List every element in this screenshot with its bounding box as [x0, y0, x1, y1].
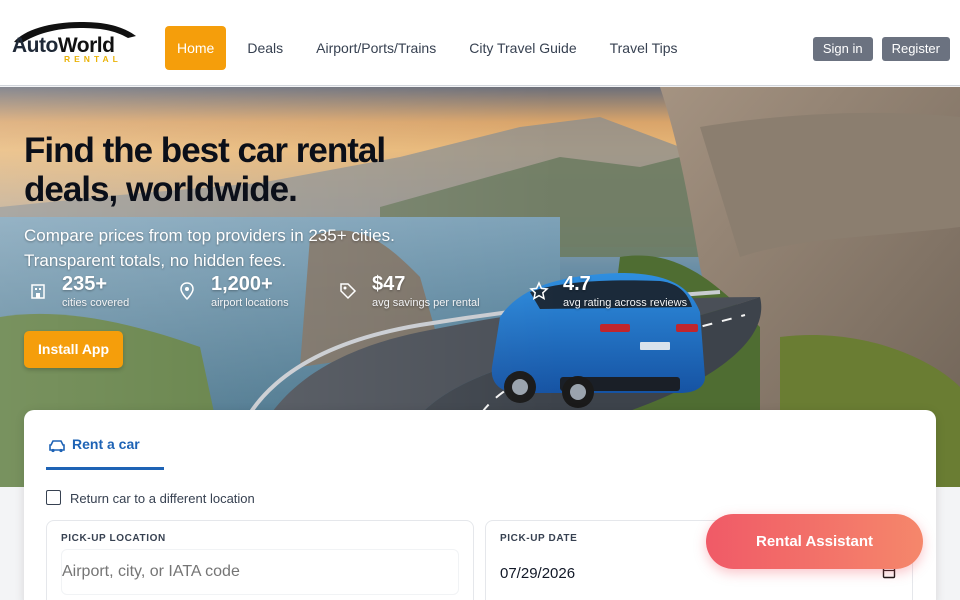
register-button[interactable]: Register [881, 37, 950, 61]
stat-value: 4.7 [563, 273, 591, 295]
map-pin-icon [180, 282, 194, 301]
stat-label: airport locations [211, 297, 289, 309]
stat-label: cities covered [62, 297, 130, 309]
sign-in-button[interactable]: Sign in [812, 37, 873, 61]
nav-airport-ports-trains[interactable]: Airport/Ports/Trains [304, 26, 448, 70]
brand-name-part1: Auto [12, 34, 58, 57]
brand-logo[interactable]: AutoWorld RENTAL [10, 16, 140, 68]
pickup-location-input[interactable] [61, 549, 459, 595]
building-icon [31, 284, 45, 299]
tab-label: Rent a car [72, 436, 140, 452]
pickup-location-label: PICK-UP LOCATION [61, 533, 166, 544]
pickup-date-label: PICK-UP DATE [500, 533, 578, 544]
nav-city-travel-guide[interactable]: City Travel Guide [457, 26, 588, 70]
pickup-date-input[interactable]: 07/29/2026 [500, 565, 575, 582]
site-header: AutoWorld RENTAL Home Deals Airport/Port… [0, 0, 960, 86]
stat-value: 235+ [62, 273, 108, 295]
install-app-button[interactable]: Install App [24, 331, 124, 368]
stat-label: avg savings per rental [372, 297, 480, 309]
stat-value: 1,200+ [211, 273, 273, 295]
stat-value: $47 [372, 273, 406, 295]
main-nav: Home Deals Airport/Ports/Trains City Tra… [165, 26, 699, 70]
brand-name: AutoWorld [12, 34, 115, 57]
tab-rent-a-car[interactable]: Rent a car [46, 430, 164, 470]
return-different-location-checkbox[interactable] [46, 490, 61, 505]
tag-icon [340, 283, 357, 300]
auth-buttons: Sign in Register [812, 37, 950, 61]
stat-label: avg rating across reviews [563, 297, 688, 309]
search-card: Rent a car Return car to a different loc… [24, 410, 936, 600]
return-different-location-label[interactable]: Return car to a different location [70, 491, 255, 506]
car-icon [49, 440, 65, 453]
brand-tagline: RENTAL [64, 54, 122, 64]
rental-assistant-button[interactable]: Rental Assistant [706, 514, 923, 569]
nav-travel-tips[interactable]: Travel Tips [598, 26, 690, 70]
nav-home[interactable]: Home [165, 26, 227, 70]
nav-deals[interactable]: Deals [235, 26, 295, 70]
star-icon [529, 281, 549, 300]
hero-subtitle: Compare prices from top providers in 235… [24, 226, 395, 270]
hero-title: Find the best car rental deals, worldwid… [24, 131, 386, 209]
pickup-location-field: PICK-UP LOCATION [46, 520, 474, 600]
